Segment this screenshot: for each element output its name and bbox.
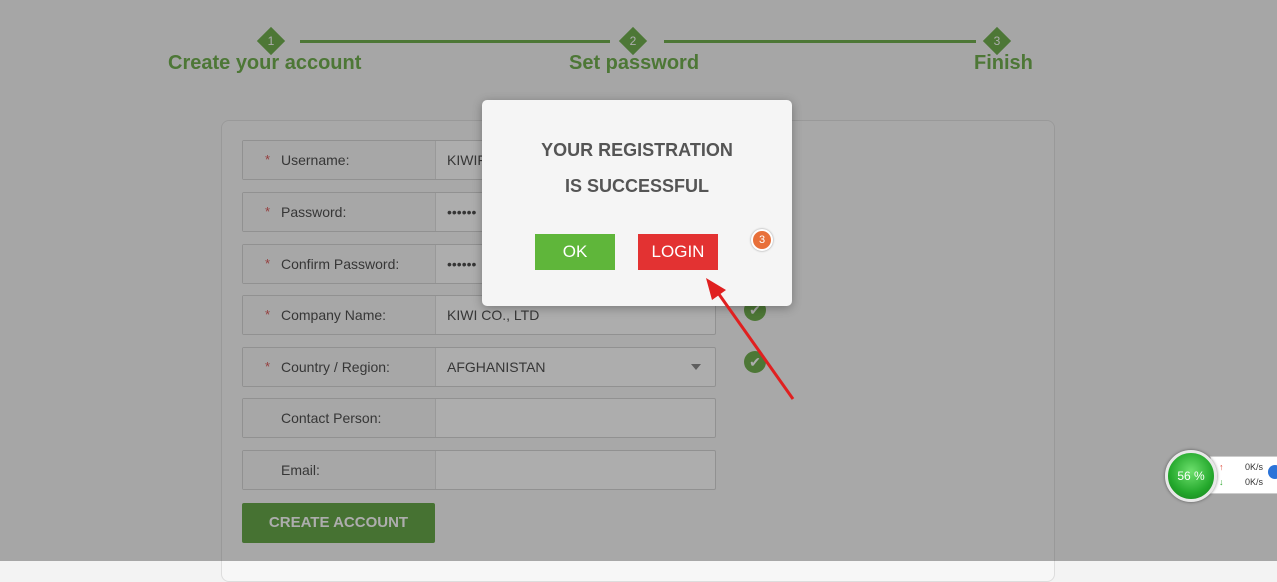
upload-speed: 0K/s (1245, 462, 1264, 472)
download-speed: 0K/s (1245, 477, 1264, 487)
memory-usage-ball[interactable]: 56 % (1165, 450, 1217, 502)
widget-toggle-icon[interactable] (1268, 465, 1277, 479)
annotation-arrow-icon (706, 278, 795, 400)
download-arrow-icon: ↓ (1219, 477, 1224, 487)
arrow-shaft (714, 289, 795, 400)
network-speed-widget[interactable]: ↑ 0K/s ↓ 0K/s (1210, 456, 1277, 494)
upload-arrow-icon: ↑ (1219, 462, 1224, 472)
arrow-head (706, 278, 726, 300)
